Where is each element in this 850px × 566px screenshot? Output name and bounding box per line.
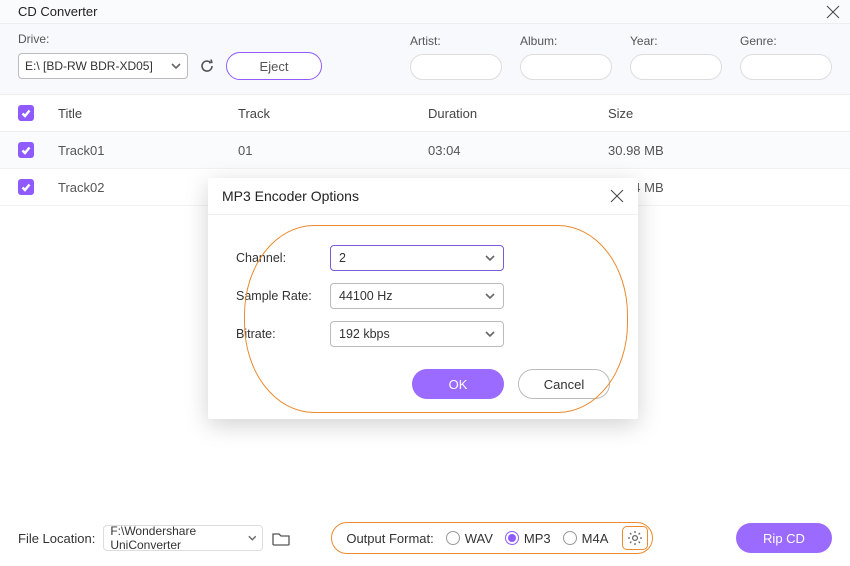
chevron-down-icon: [485, 253, 495, 263]
col-title: Title: [58, 106, 238, 121]
refresh-button[interactable]: [196, 55, 218, 77]
cancel-button[interactable]: Cancel: [518, 369, 610, 399]
channel-label: Channel:: [236, 251, 330, 265]
close-icon[interactable]: [826, 5, 840, 19]
row-size: 30.98 MB: [608, 143, 832, 158]
row-checkbox[interactable]: [18, 179, 34, 195]
gear-icon: [627, 530, 643, 546]
file-location-label: File Location:: [18, 531, 95, 546]
chevron-down-icon: [248, 533, 257, 543]
folder-icon: [272, 531, 290, 546]
row-size: 30.64 MB: [608, 180, 832, 195]
artist-input[interactable]: [410, 54, 502, 80]
artist-label: Artist:: [410, 34, 502, 48]
modal-title: MP3 Encoder Options: [222, 188, 359, 204]
select-all-checkbox[interactable]: [18, 105, 34, 121]
rip-cd-button[interactable]: Rip CD: [736, 523, 832, 553]
chevron-down-icon: [171, 61, 181, 71]
col-duration: Duration: [428, 106, 608, 121]
open-folder-button[interactable]: [269, 527, 293, 549]
drive-select[interactable]: E:\ [BD-RW BDR-XD05]: [18, 53, 188, 79]
year-input[interactable]: [630, 54, 722, 80]
bitrate-value: 192 kbps: [339, 327, 390, 341]
output-format-label: Output Format:: [346, 531, 433, 546]
row-checkbox[interactable]: [18, 142, 34, 158]
sample-rate-label: Sample Rate:: [236, 289, 330, 303]
encoder-settings-button[interactable]: [622, 526, 648, 550]
sample-rate-value: 44100 Hz: [339, 289, 393, 303]
format-m4a-label: M4A: [582, 531, 609, 546]
row-title: Track01: [58, 143, 238, 158]
album-input[interactable]: [520, 54, 612, 80]
format-wav-label: WAV: [465, 531, 493, 546]
drive-value: E:\ [BD-RW BDR-XD05]: [25, 59, 153, 73]
channel-select[interactable]: 2: [330, 245, 504, 271]
format-mp3-label: MP3: [524, 531, 551, 546]
chevron-down-icon: [485, 291, 495, 301]
channel-value: 2: [339, 251, 346, 265]
format-mp3-radio[interactable]: MP3: [505, 531, 551, 546]
eject-button[interactable]: Eject: [226, 52, 322, 80]
sample-rate-select[interactable]: 44100 Hz: [330, 283, 504, 309]
drive-label: Drive:: [18, 32, 322, 46]
table-row[interactable]: Track01 01 03:04 30.98 MB: [0, 132, 850, 169]
year-label: Year:: [630, 34, 722, 48]
col-size: Size: [608, 106, 832, 121]
row-track: 01: [238, 143, 428, 158]
file-location-value: F:\Wondershare UniConverter: [110, 524, 247, 552]
bitrate-select[interactable]: 192 kbps: [330, 321, 504, 347]
genre-label: Genre:: [740, 34, 832, 48]
chevron-down-icon: [485, 329, 495, 339]
window-title: CD Converter: [18, 4, 97, 19]
genre-input[interactable]: [740, 54, 832, 80]
ok-button[interactable]: OK: [412, 369, 504, 399]
output-format-group: Output Format: WAV MP3 M4A: [331, 522, 653, 554]
format-m4a-radio[interactable]: M4A: [563, 531, 609, 546]
row-duration: 03:04: [428, 143, 608, 158]
format-wav-radio[interactable]: WAV: [446, 531, 493, 546]
bitrate-label: Bitrate:: [236, 327, 330, 341]
col-track: Track: [238, 106, 428, 121]
encoder-options-modal: MP3 Encoder Options Channel: 2 Sample Ra…: [208, 178, 638, 419]
file-location-select[interactable]: F:\Wondershare UniConverter: [103, 525, 263, 551]
album-label: Album:: [520, 34, 612, 48]
modal-close-icon[interactable]: [610, 189, 624, 203]
refresh-icon: [199, 58, 215, 74]
